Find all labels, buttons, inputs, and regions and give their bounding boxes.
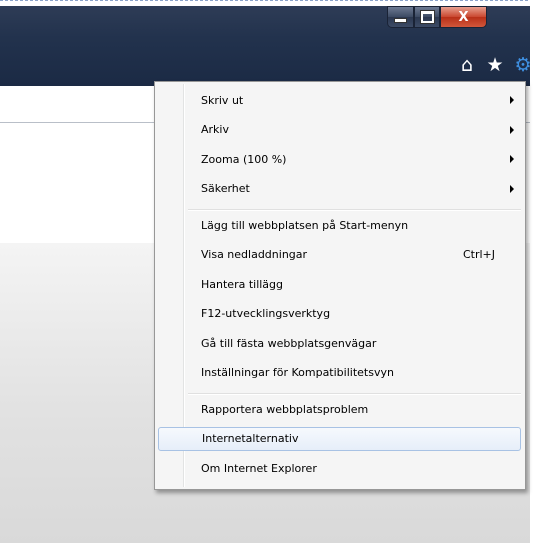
menu-item-label: Arkiv (201, 123, 229, 136)
menu-item-visa-nedladdningar[interactable]: Visa nedladdningar Ctrl+J (158, 243, 521, 267)
favorites-star-icon[interactable]: ★ (485, 55, 505, 75)
menu-item-label: Skriv ut (201, 93, 244, 107)
menu-item-sakerhet[interactable]: Säkerhet (158, 177, 521, 201)
menu-item-hantera-tillagg[interactable]: Hantera tillägg (158, 272, 521, 296)
menu-item-label: Inställningar för Kompatibilitetsvyn (201, 366, 394, 379)
close-icon: X (458, 9, 469, 25)
menu-item-label: Internetalternativ (202, 432, 299, 445)
tools-menu: Skriv ut Arkiv Zooma (100 %) Säkerhet Lägg t… (154, 81, 526, 490)
menu-item-label: Visa nedladdningar (201, 248, 308, 261)
menu-item-ga-till-fasta-webbplatsgenvagar[interactable]: Gå till fästa webbplatsgenvägar (158, 331, 521, 355)
menu-item-skriv-ut[interactable]: Skriv ut (158, 88, 521, 112)
toolbar-icons: ⌂ ★ ⚙ (457, 55, 533, 75)
menu-item-label: Om Internet Explorer (201, 461, 317, 475)
menu-item-label: Lägg till webbplatsen på Start-menyn (201, 218, 409, 232)
menu-item-label: Zooma (100 %) (201, 152, 287, 166)
menu-item-label: Gå till fästa webbplatsgenvägar (201, 336, 377, 350)
menu-item-label: Säkerhet (201, 182, 250, 195)
menu-item-label: F12-utvecklingsverktyg (201, 307, 331, 320)
maximize-icon (420, 11, 434, 23)
submenu-arrow-icon (510, 96, 514, 104)
window-edge (530, 0, 538, 543)
menu-item-rapportera-webbplatsproblem[interactable]: Rapportera webbplatsproblem (158, 397, 521, 421)
home-icon[interactable]: ⌂ (457, 55, 477, 75)
window-chrome: X ⌂ ★ ⚙ (0, 6, 533, 86)
minimize-button[interactable] (387, 6, 414, 28)
capture-edge (0, 0, 538, 2)
menu-item-om-internet-explorer[interactable]: Om Internet Explorer (158, 456, 521, 480)
submenu-arrow-icon (510, 155, 514, 163)
menu-item-f12-utvecklingsverktyg[interactable]: F12-utvecklingsverktyg (158, 302, 521, 326)
menu-item-internetalternativ[interactable]: Internetalternativ (158, 426, 521, 451)
menu-item-shortcut: Ctrl+J (462, 248, 495, 261)
menu-separator (188, 209, 521, 211)
caption-buttons: X (387, 6, 487, 30)
menu-item-zooma-100[interactable]: Zooma (100 %) (158, 147, 521, 171)
menu-item-label: Rapportera webbplatsproblem (201, 402, 369, 416)
menu-separator (188, 393, 521, 395)
submenu-arrow-icon (510, 184, 514, 193)
close-button[interactable]: X (440, 6, 487, 28)
minimize-icon (394, 18, 407, 23)
submenu-arrow-icon (510, 125, 514, 134)
menu-item-arkiv[interactable]: Arkiv (158, 118, 521, 142)
menu-item-installningar-for-kompatibilitetsvyn[interactable]: Inställningar för Kompatibilitetsvyn (158, 361, 521, 385)
menu-item-label: Hantera tillägg (201, 277, 284, 291)
menu-item-lagg-till-webbplatsen-pa-start-menyn[interactable]: Lägg till webbplatsen på Start-menyn (158, 213, 521, 237)
maximize-button[interactable] (414, 6, 440, 28)
